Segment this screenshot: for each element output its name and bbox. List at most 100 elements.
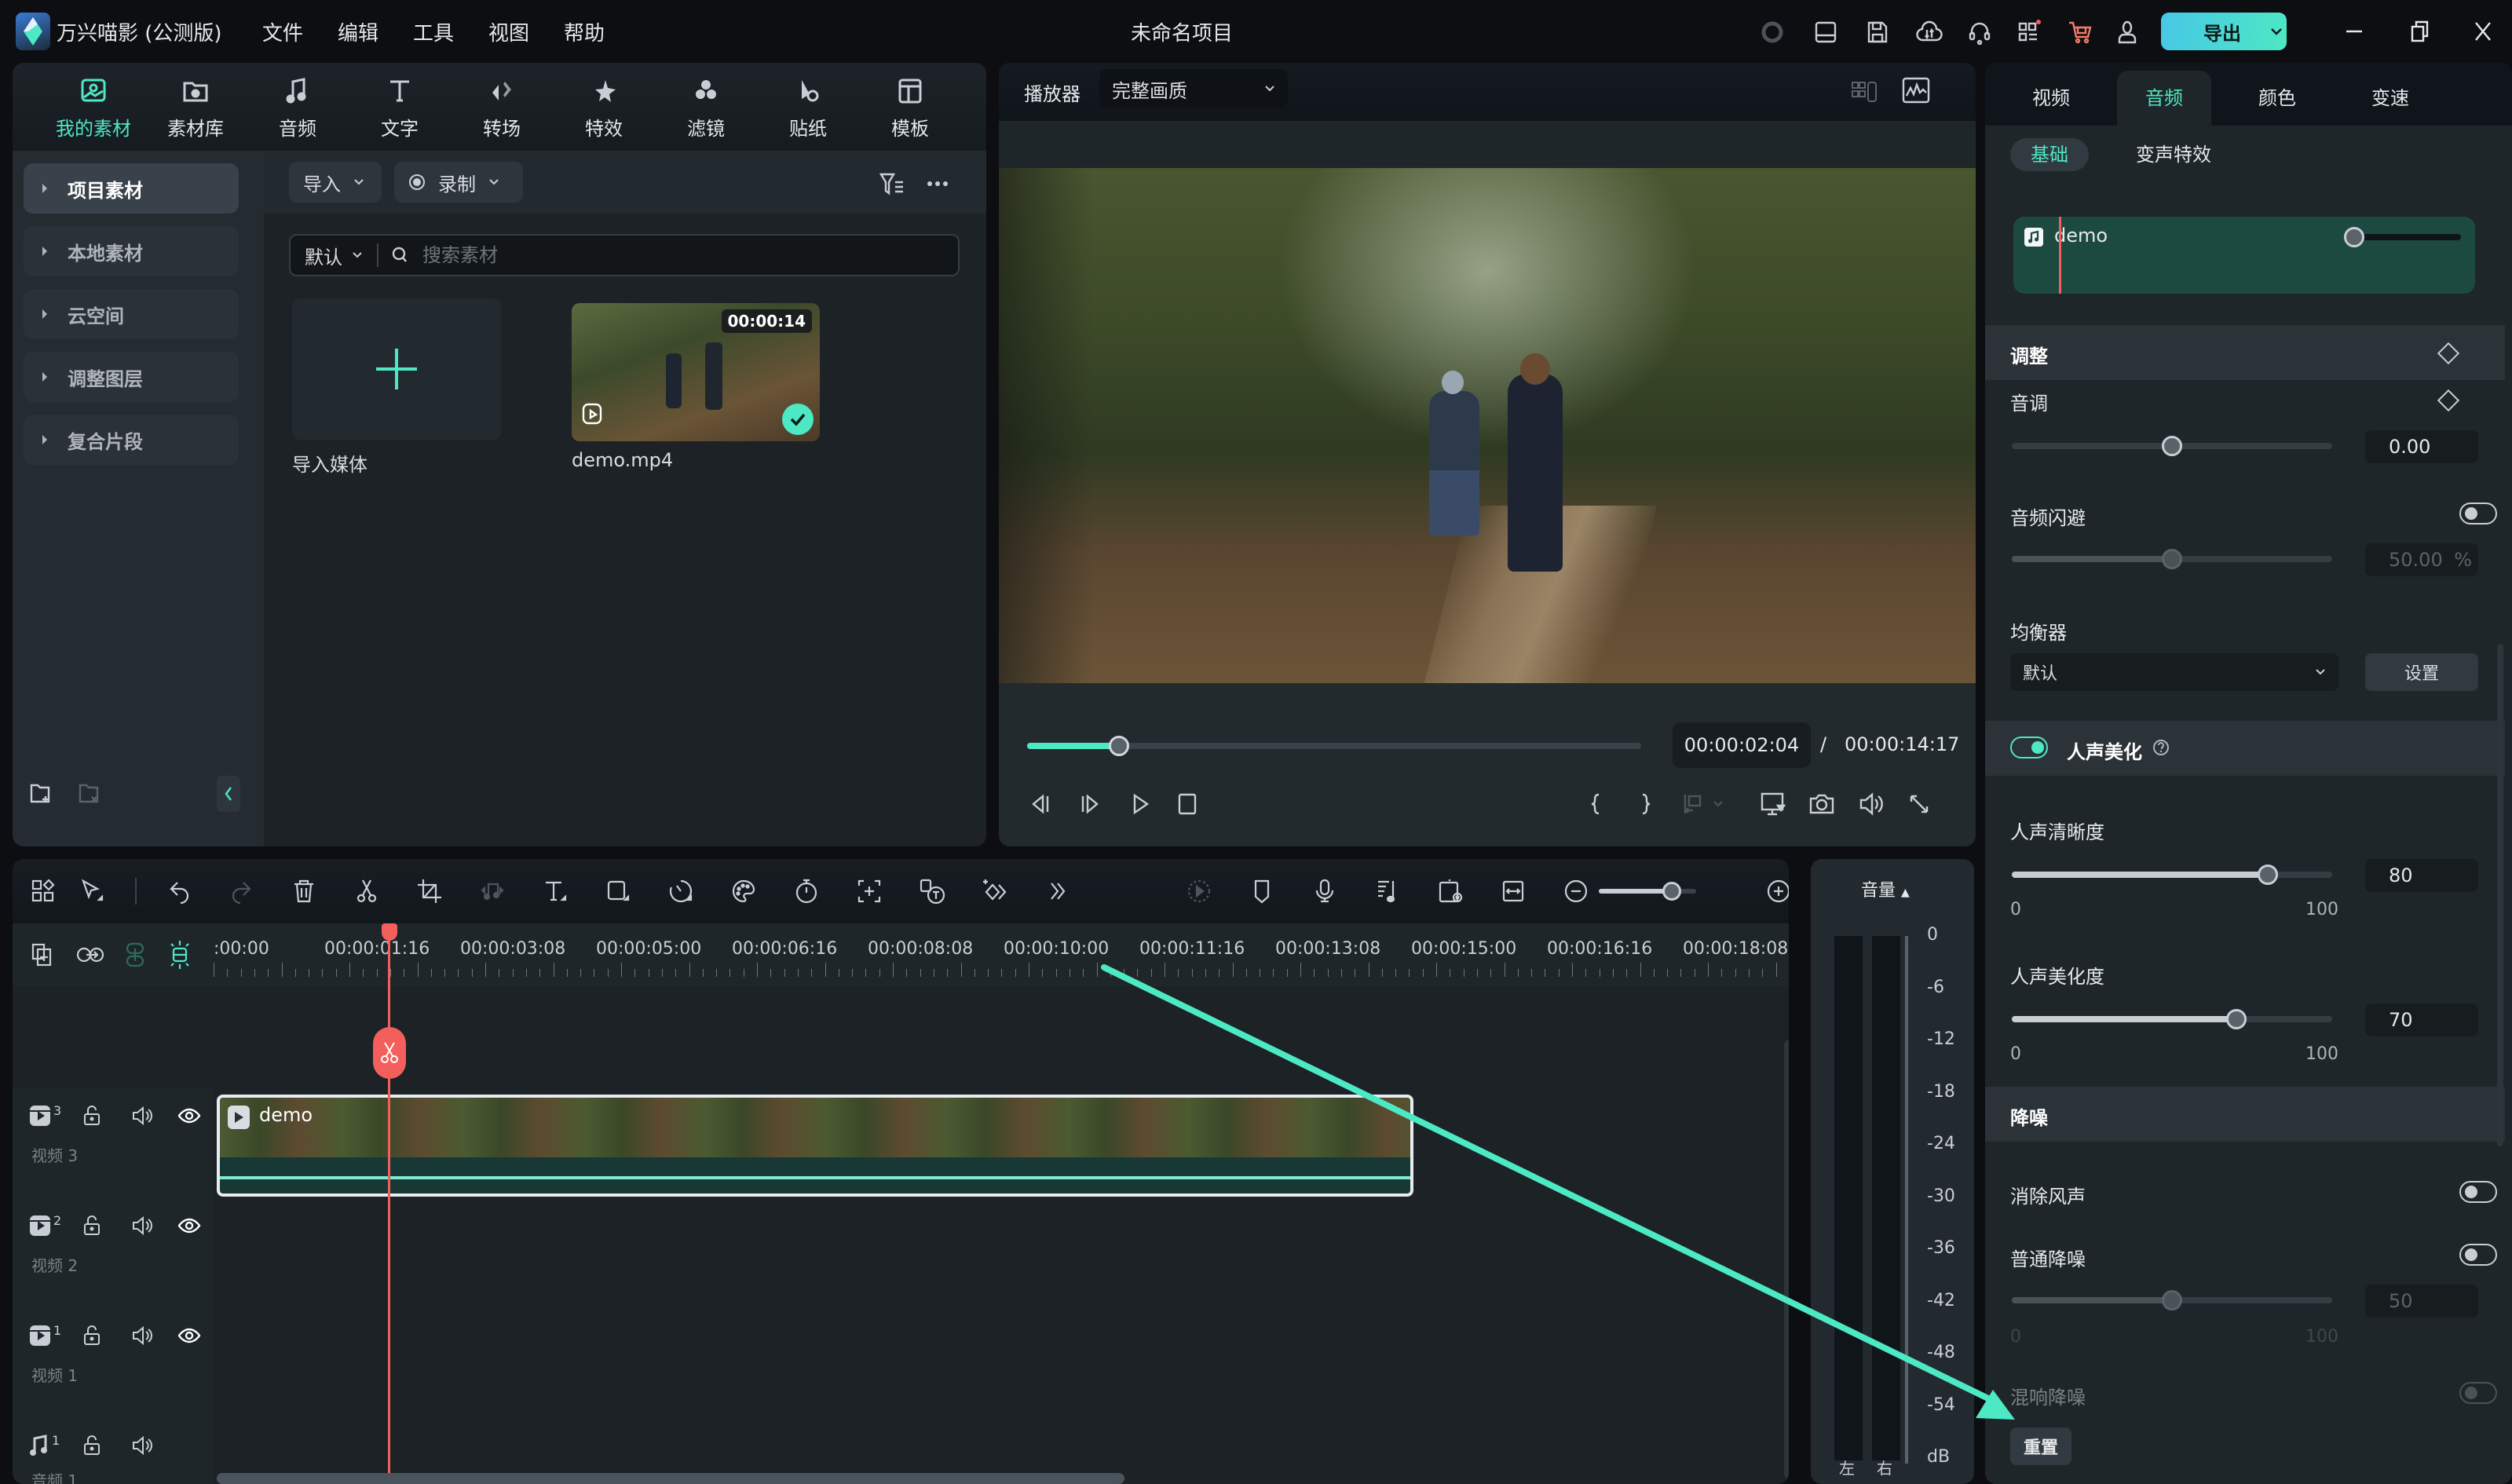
- import-media-tile[interactable]: [292, 298, 501, 440]
- tab-transition[interactable]: 转场: [459, 74, 545, 144]
- link-clips-icon[interactable]: [75, 942, 105, 967]
- close-icon[interactable]: [2467, 16, 2499, 47]
- track-lock-icon[interactable]: [80, 1324, 104, 1347]
- marker-icon[interactable]: [1249, 878, 1275, 905]
- zoom-in-icon[interactable]: [1765, 878, 1789, 905]
- voiceover-mic-icon[interactable]: [1311, 878, 1338, 905]
- quality-dropdown[interactable]: 完整画质: [1099, 69, 1288, 108]
- menu-help[interactable]: 帮助: [564, 17, 605, 46]
- tab-sticker[interactable]: 贴纸: [765, 74, 851, 144]
- tab-effects[interactable]: 特效: [561, 74, 647, 144]
- equalizer-dropdown[interactable]: 默认: [2010, 653, 2338, 691]
- export-button[interactable]: 导出: [2161, 13, 2287, 50]
- headset-icon[interactable]: [1966, 19, 1993, 46]
- waveform-monitor-icon[interactable]: [1900, 75, 1932, 107]
- timer-icon[interactable]: [793, 878, 820, 905]
- tab-audio-props[interactable]: 音频: [2117, 71, 2211, 126]
- grid-layout-icon[interactable]: [1850, 79, 1881, 105]
- audio-edit-icon[interactable]: [479, 878, 506, 905]
- beauty-value[interactable]: 70: [2365, 1003, 2478, 1036]
- collapse-sidebar-button[interactable]: [217, 776, 240, 812]
- menu-view[interactable]: 视图: [488, 17, 529, 46]
- restore-icon[interactable]: [2404, 16, 2436, 47]
- mark-out-icon[interactable]: [1632, 790, 1660, 818]
- reverb-denoise-toggle[interactable]: [2459, 1382, 2497, 1404]
- crop-icon[interactable]: [416, 878, 443, 905]
- ducking-toggle[interactable]: [2459, 503, 2497, 525]
- prev-frame-icon[interactable]: [1027, 790, 1055, 818]
- track-visibility-eye-icon[interactable]: [177, 1214, 201, 1237]
- sidebar-item-adjust-layer[interactable]: 调整图层: [24, 352, 239, 402]
- track-visibility-eye-icon[interactable]: [177, 1324, 201, 1347]
- progress-knob[interactable]: [1109, 736, 1130, 756]
- apps-grid-icon[interactable]: [2015, 19, 2042, 46]
- help-question-icon[interactable]: [2152, 738, 2170, 757]
- minimize-icon[interactable]: [2338, 16, 2370, 47]
- track-mute-icon[interactable]: [130, 1104, 154, 1128]
- collapse-caret-icon[interactable]: ▲: [1901, 886, 1910, 899]
- import-button[interactable]: 导入: [289, 162, 382, 203]
- properties-scrollbar[interactable]: [2497, 644, 2503, 1146]
- beauty-slider[interactable]: [2012, 1009, 2332, 1029]
- track-mute-icon[interactable]: [130, 1214, 154, 1237]
- cloud-sync-icon[interactable]: [1916, 19, 1943, 46]
- menu-tools[interactable]: 工具: [413, 17, 454, 46]
- media-item-demo[interactable]: 00:00:14: [572, 303, 820, 441]
- select-pointer-icon[interactable]: [79, 878, 105, 905]
- tab-my-media[interactable]: 我的素材: [50, 74, 137, 144]
- filter-sort-icon[interactable]: [878, 170, 906, 198]
- clarity-slider[interactable]: [2012, 864, 2332, 885]
- magnetic-snap-icon[interactable]: [166, 939, 193, 970]
- tab-audio[interactable]: 音频: [254, 74, 341, 144]
- text-tool-icon[interactable]: [542, 878, 569, 905]
- equalizer-settings-button[interactable]: 设置: [2365, 653, 2478, 691]
- user-icon[interactable]: [2114, 19, 2141, 46]
- sidebar-item-cloud[interactable]: 云空间: [24, 289, 239, 339]
- timeline-clip-demo[interactable]: demo: [217, 1095, 1413, 1197]
- normal-denoise-toggle[interactable]: [2459, 1244, 2497, 1266]
- layout-icon[interactable]: [1812, 19, 1839, 46]
- ducking-value[interactable]: 50.00%: [2365, 543, 2478, 576]
- slider-knob[interactable]: [2162, 549, 2182, 569]
- split-scissors-icon[interactable]: [353, 878, 380, 905]
- keyframe-add-icon[interactable]: [982, 878, 1008, 905]
- insert-icon[interactable]: [1679, 790, 1707, 818]
- tab-color[interactable]: 颜色: [2230, 71, 2324, 126]
- track-mute-icon[interactable]: [130, 1324, 154, 1347]
- reset-button[interactable]: 重置: [2010, 1427, 2071, 1465]
- redo-icon[interactable]: [228, 878, 254, 905]
- auto-reframe-icon[interactable]: [856, 878, 883, 905]
- cart-icon[interactable]: [2067, 19, 2093, 46]
- undo-icon[interactable]: [166, 878, 193, 905]
- timeline-zoom-slider[interactable]: [1599, 882, 1696, 901]
- split-at-playhead-button[interactable]: [373, 1027, 406, 1079]
- shape-tool-icon[interactable]: [605, 878, 631, 905]
- playhead-handle[interactable]: [382, 923, 397, 941]
- record-button[interactable]: 录制: [394, 162, 523, 203]
- keyframe-diamond-icon[interactable]: [2437, 342, 2460, 365]
- pitch-value[interactable]: 0.00: [2365, 430, 2478, 463]
- sort-dropdown[interactable]: 默认: [291, 243, 378, 269]
- zoom-slider-knob[interactable]: [1662, 882, 1681, 901]
- clip-volume-knob[interactable]: [2344, 227, 2364, 247]
- sidebar-item-project-media[interactable]: 项目素材: [24, 163, 239, 214]
- track-mute-icon[interactable]: [130, 1434, 154, 1457]
- new-folder-icon[interactable]: [28, 782, 52, 806]
- zoom-out-icon[interactable]: [1563, 878, 1589, 905]
- track-lock-icon[interactable]: [80, 1434, 104, 1457]
- current-timecode[interactable]: 00:00:02:04: [1673, 722, 1811, 768]
- fit-timeline-icon[interactable]: [1500, 878, 1527, 905]
- audio-mix-icon[interactable]: [1374, 878, 1401, 905]
- playhead-line[interactable]: [388, 923, 390, 1484]
- track-lock-icon[interactable]: [80, 1214, 104, 1237]
- tab-filter[interactable]: 滤镜: [663, 74, 749, 144]
- search-input[interactable]: [422, 244, 894, 266]
- render-preview-icon[interactable]: [1186, 878, 1212, 905]
- tab-stock-library[interactable]: 素材库: [152, 74, 239, 144]
- wind-removal-toggle[interactable]: [2459, 1181, 2497, 1203]
- layout-switch-icon[interactable]: [30, 878, 57, 905]
- pitch-slider[interactable]: [2012, 436, 2332, 456]
- slider-knob[interactable]: [2258, 864, 2279, 885]
- more-options-icon[interactable]: [923, 170, 952, 198]
- tab-video[interactable]: 视频: [2004, 71, 2098, 126]
